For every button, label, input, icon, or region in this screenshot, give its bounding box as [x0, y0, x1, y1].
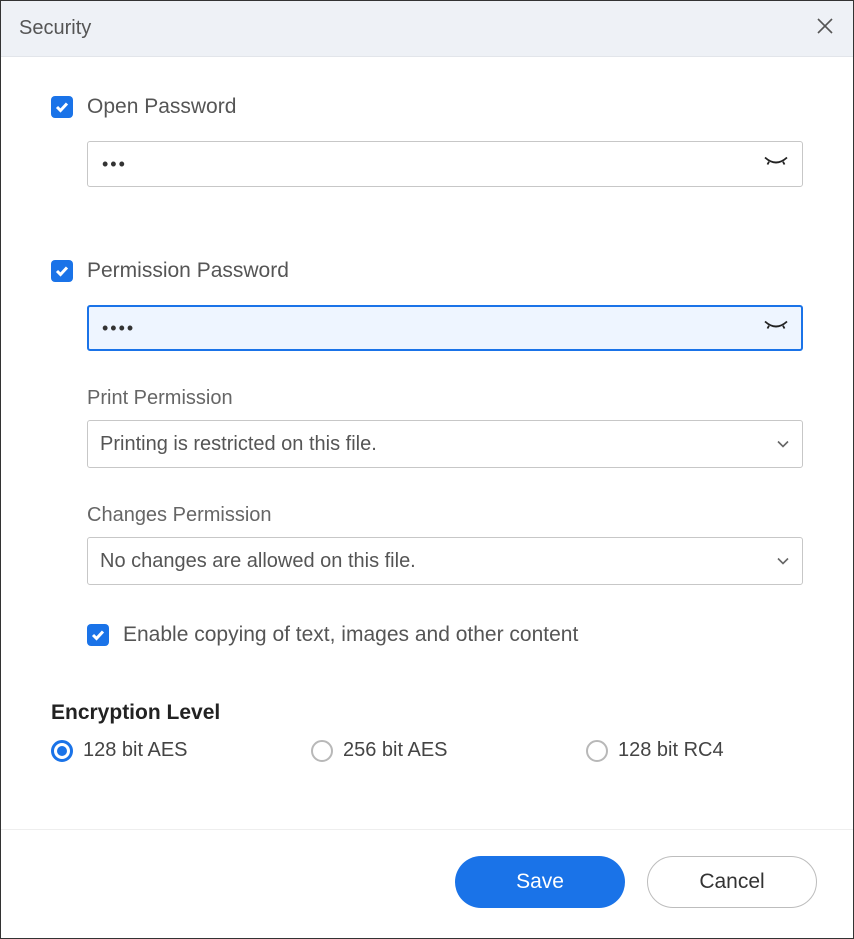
cancel-button[interactable]: Cancel	[647, 856, 817, 908]
radio-label: 256 bit AES	[343, 739, 448, 762]
enable-copy-row: Enable copying of text, images and other…	[87, 623, 803, 647]
dialog-content: Open Password Permission Password Print …	[1, 57, 853, 829]
dialog-title: Security	[19, 17, 91, 40]
permission-password-label: Permission Password	[87, 259, 289, 283]
permission-password-row: Permission Password	[51, 259, 803, 283]
changes-permission-label: Changes Permission	[87, 504, 803, 527]
open-password-row: Open Password	[51, 95, 803, 119]
titlebar: Security	[1, 1, 853, 57]
permission-password-field-wrap	[87, 305, 803, 351]
print-permission-section: Print Permission Printing is restricted …	[87, 387, 803, 468]
dialog-footer: Save Cancel	[1, 829, 853, 938]
open-password-input[interactable]	[87, 141, 803, 187]
radio-icon	[311, 740, 333, 762]
security-dialog: Security Open Password Permission Passwo…	[0, 0, 854, 939]
enable-copy-label: Enable copying of text, images and other…	[123, 623, 578, 647]
permission-password-input[interactable]	[87, 305, 803, 351]
changes-permission-section: Changes Permission No changes are allowe…	[87, 504, 803, 585]
encryption-radio-group: 128 bit AES 256 bit AES 128 bit RC4	[51, 739, 803, 762]
radio-256-aes[interactable]: 256 bit AES	[311, 739, 586, 762]
open-password-field-wrap	[87, 141, 803, 187]
radio-label: 128 bit RC4	[618, 739, 724, 762]
changes-permission-select[interactable]: No changes are allowed on this file.	[87, 537, 803, 585]
encryption-title: Encryption Level	[51, 701, 803, 725]
eye-closed-icon[interactable]	[763, 154, 789, 175]
eye-closed-icon[interactable]	[763, 318, 789, 339]
encryption-section: Encryption Level 128 bit AES 256 bit AES…	[51, 701, 803, 762]
radio-label: 128 bit AES	[83, 739, 188, 762]
print-permission-label: Print Permission	[87, 387, 803, 410]
open-password-checkbox[interactable]	[51, 96, 73, 118]
radio-128-rc4[interactable]: 128 bit RC4	[586, 739, 724, 762]
close-icon[interactable]	[815, 16, 835, 41]
open-password-label: Open Password	[87, 95, 236, 119]
save-button[interactable]: Save	[455, 856, 625, 908]
permission-password-checkbox[interactable]	[51, 260, 73, 282]
print-permission-value: Printing is restricted on this file.	[100, 433, 377, 456]
radio-icon	[586, 740, 608, 762]
radio-icon	[51, 740, 73, 762]
changes-permission-value: No changes are allowed on this file.	[100, 550, 416, 573]
enable-copy-checkbox[interactable]	[87, 624, 109, 646]
print-permission-select[interactable]: Printing is restricted on this file.	[87, 420, 803, 468]
radio-128-aes[interactable]: 128 bit AES	[51, 739, 311, 762]
